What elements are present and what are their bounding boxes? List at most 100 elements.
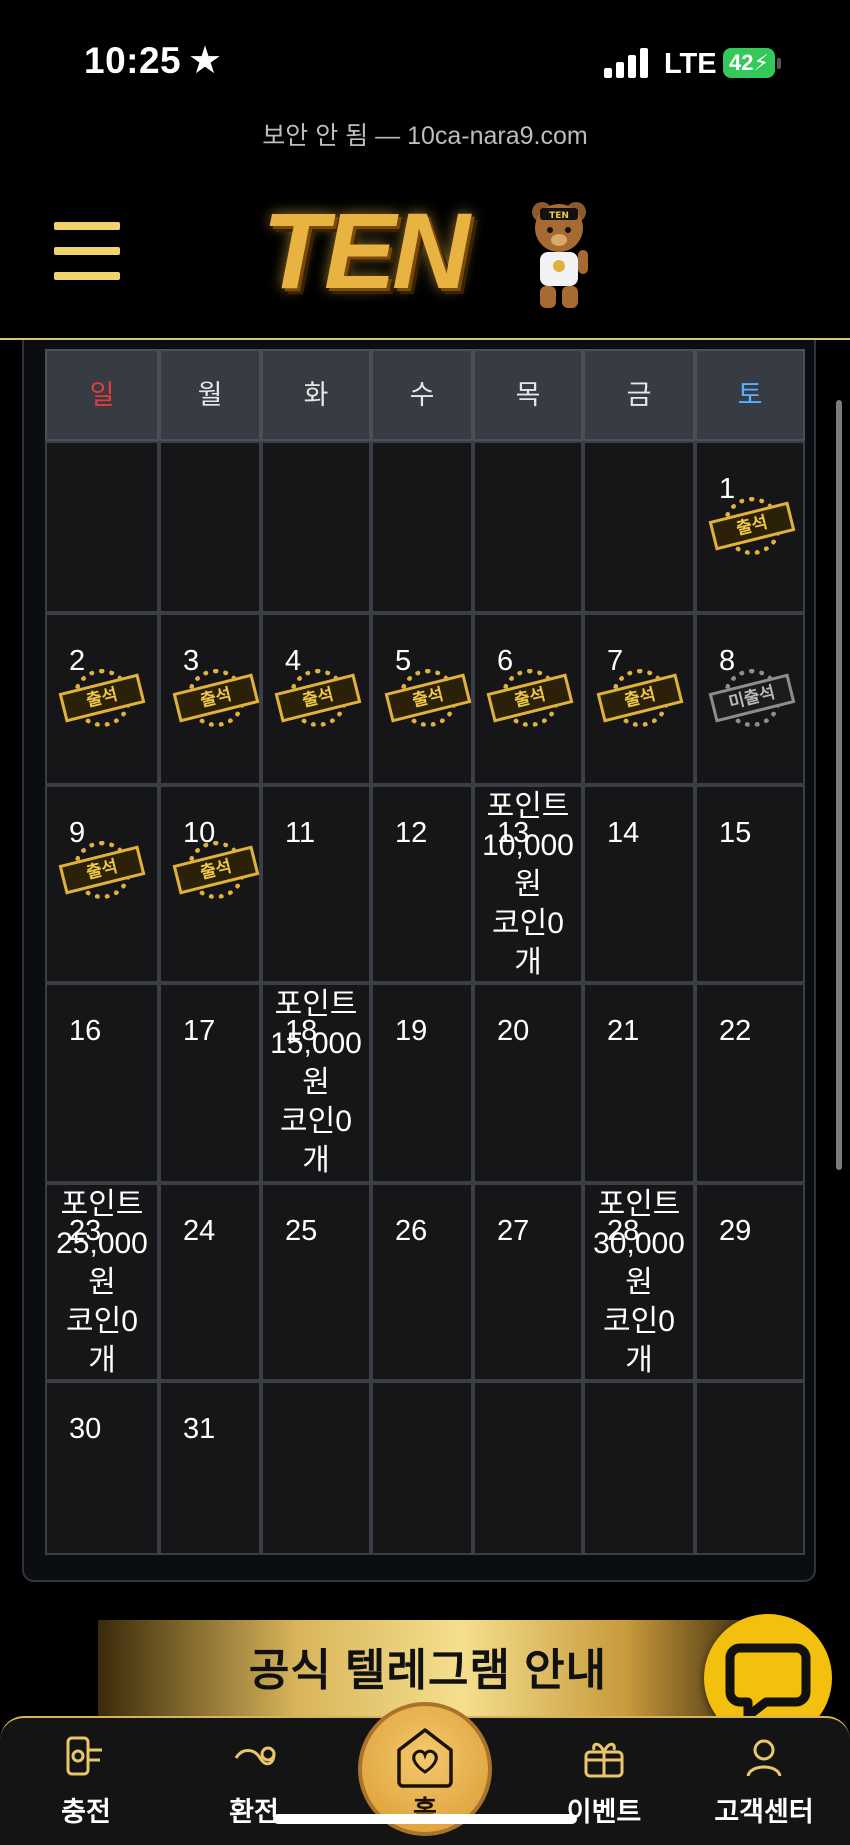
reward-info: 포인트 25,000 원 코인0 개 (47, 1185, 157, 1380)
calendar-day-cell[interactable]: 25 (261, 1183, 371, 1381)
day-number: 21 (607, 1015, 640, 1047)
day-number: 20 (497, 1015, 530, 1047)
day-number: 31 (183, 1413, 216, 1445)
reward-line: 원 (514, 868, 542, 901)
attendance-stamp-icon: 출석 (172, 841, 260, 907)
weekday-header: 월 (159, 349, 261, 441)
calendar-day-cell[interactable]: 8 미출석 (695, 613, 805, 785)
reward-line: 포인트 (597, 1188, 681, 1221)
calendar-day-cell (261, 1381, 371, 1555)
status-time: 10:25 (84, 40, 182, 81)
signal-icon (604, 48, 648, 78)
exchange-icon (234, 1746, 276, 1766)
reward-line: 개 (88, 1344, 116, 1377)
calendar-day-cell[interactable]: 6 출석 (473, 613, 583, 785)
calendar-day-cell (583, 441, 695, 613)
calendar-day-cell[interactable]: 27 (473, 1183, 583, 1381)
calendar-day-cell (695, 1381, 805, 1555)
calendar-day-cell (371, 441, 473, 613)
deposit-icon (66, 1736, 102, 1776)
home-indicator (273, 1814, 577, 1824)
weekday-header: 수 (371, 349, 473, 441)
reward-line: 원 (302, 1066, 330, 1099)
day-number: 19 (395, 1015, 428, 1047)
calendar-day-cell[interactable]: 3 출석 (159, 613, 261, 785)
nav-event[interactable]: 이벤트 (534, 1718, 674, 1845)
calendar-day-cell[interactable]: 30 (45, 1381, 159, 1555)
network-type: LTE (664, 48, 717, 80)
calendar-day-cell[interactable]: 13 포인트 10,000 원 코인0 개 (473, 785, 583, 983)
day-number: 25 (285, 1215, 318, 1247)
support-icon (746, 1739, 782, 1777)
attendance-stamp-icon: 출석 (58, 669, 146, 735)
calendar-day-cell[interactable]: 1 출석 (695, 441, 805, 613)
calendar-day-cell[interactable]: 5 출석 (371, 613, 473, 785)
weekday-header: 화 (261, 349, 371, 441)
calendar-day-cell[interactable]: 23 포인트 25,000 원 코인0 개 (45, 1183, 159, 1381)
calendar-day-cell[interactable]: 21 (583, 983, 695, 1183)
attendance-stamp-icon: 출석 (708, 497, 796, 563)
calendar-day-cell (159, 441, 261, 613)
status-bar: 10:25 ★ LTE 42⚡ (0, 0, 850, 120)
calendar-day-cell[interactable]: 22 (695, 983, 805, 1183)
calendar-day-cell[interactable]: 20 (473, 983, 583, 1183)
weekday-header: 일 (45, 349, 159, 441)
calendar-day-cell[interactable]: 28 포인트 30,000 원 코인0 개 (583, 1183, 695, 1381)
bear-badge-text: TEN (549, 211, 569, 221)
battery-icon: 42⚡ (723, 48, 775, 78)
attendance-stamp-icon: 출석 (58, 841, 146, 907)
reward-line: 30,000 (593, 1227, 685, 1260)
reward-line: 코인0 (280, 1105, 352, 1138)
home-heart-icon (397, 1728, 453, 1788)
site-logo[interactable]: TEN TEN (262, 188, 592, 318)
calendar-day-cell[interactable]: 31 (159, 1381, 261, 1555)
calendar-day-cell[interactable]: 12 (371, 785, 473, 983)
day-number: 22 (719, 1015, 752, 1047)
day-number: 11 (285, 817, 316, 849)
day-number: 26 (395, 1215, 428, 1247)
reward-info: 포인트 30,000 원코인0 개 (585, 1185, 693, 1380)
nav-support-label: 고객센터 (714, 1797, 814, 1827)
absent-stamp-icon: 미출석 (708, 669, 796, 735)
reward-line: 포인트 (486, 790, 570, 823)
calendar-day-cell[interactable]: 11 (261, 785, 371, 983)
reward-line: 코인0 (603, 1305, 675, 1338)
calendar-day-cell[interactable]: 17 (159, 983, 261, 1183)
nav-exchange[interactable]: 환전 (184, 1718, 324, 1845)
day-number: 12 (395, 817, 428, 849)
hamburger-menu-icon[interactable] (54, 222, 120, 280)
calendar-day-cell[interactable]: 4 출석 (261, 613, 371, 785)
calendar-day-cell[interactable]: 10 출석 (159, 785, 261, 983)
reward-line: 개 (302, 1144, 330, 1177)
calendar-day-cell[interactable]: 15 (695, 785, 805, 983)
reward-line: 개 (514, 946, 542, 979)
reward-line: 원 (625, 1266, 653, 1299)
reward-line: 개 (625, 1344, 653, 1377)
calendar-day-cell[interactable]: 16 (45, 983, 159, 1183)
calendar-day-cell[interactable]: 19 (371, 983, 473, 1183)
calendar-day-cell[interactable]: 14 (583, 785, 695, 983)
calendar-day-cell[interactable]: 26 (371, 1183, 473, 1381)
address-bar[interactable]: 보안 안 됨 — 10ca-nara9.com (0, 116, 850, 152)
calendar-day-cell (473, 441, 583, 613)
day-number: 29 (719, 1215, 752, 1247)
nav-deposit[interactable]: 충전 (16, 1718, 156, 1845)
nav-deposit-label: 충전 (61, 1797, 111, 1827)
nav-support[interactable]: 고객센터 (694, 1718, 834, 1845)
page-scrollbar[interactable] (836, 400, 842, 1170)
weekday-header: 금 (583, 349, 695, 441)
calendar-day-cell (473, 1381, 583, 1555)
reward-line: 포인트 (60, 1188, 144, 1221)
calendar-day-cell (371, 1381, 473, 1555)
reward-line: 코인0 (492, 907, 564, 940)
calendar-day-cell[interactable]: 18 포인트 15,000 원 코인0 개 (261, 983, 371, 1183)
reward-line: 10,000 (482, 829, 574, 862)
calendar-day-cell[interactable]: 24 (159, 1183, 261, 1381)
calendar-day-cell[interactable]: 29 (695, 1183, 805, 1381)
calendar-day-cell[interactable]: 7 출석 (583, 613, 695, 785)
day-number: 27 (497, 1215, 530, 1247)
calendar-day-cell[interactable]: 9 출석 (45, 785, 159, 983)
calendar-day-cell[interactable]: 2 출석 (45, 613, 159, 785)
attendance-stamp-icon: 출석 (384, 669, 472, 735)
reward-line: 코인0 (66, 1305, 138, 1338)
